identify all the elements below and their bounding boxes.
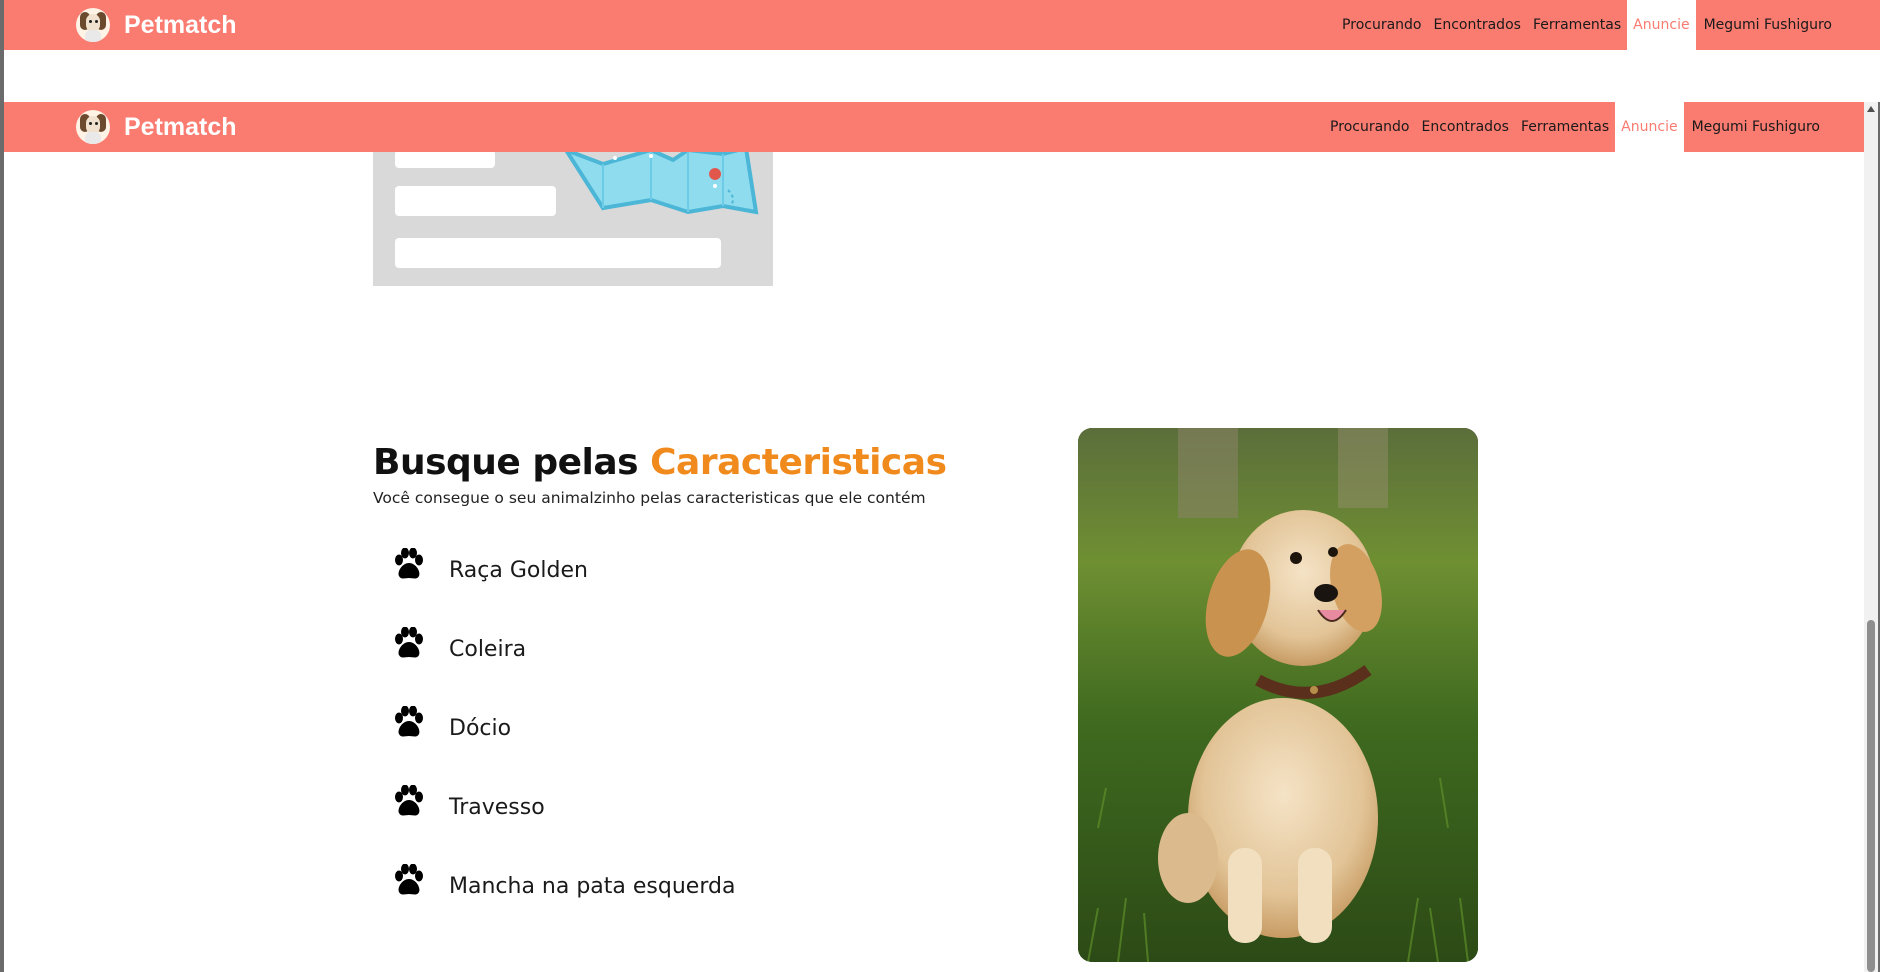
- form-field-placeholder: [395, 238, 721, 268]
- golden-puppy-photo: [1078, 428, 1478, 962]
- feature-label: Raça Golden: [449, 558, 588, 583]
- list-item: Coleira: [373, 610, 1073, 689]
- scrollbar-thumb[interactable]: [1867, 620, 1875, 972]
- brand[interactable]: Petmatch: [76, 0, 237, 50]
- nav-encontrados[interactable]: Encontrados: [1428, 0, 1527, 50]
- feature-list: Raça Golden Coleira Dócio Travesso Manch…: [373, 531, 1073, 926]
- form-field-placeholder: [395, 150, 495, 168]
- nav-anuncie[interactable]: Anuncie: [1627, 0, 1696, 50]
- paw-icon: [395, 705, 423, 736]
- nav-encontrados[interactable]: Encontrados: [1416, 102, 1515, 152]
- scrollbar[interactable]: [1864, 102, 1878, 972]
- paw-icon: [395, 547, 423, 578]
- nav-links: Procurando Encontrados Ferramentas Anunc…: [1336, 0, 1848, 50]
- inner-frame: Busque pelas Caracteristicas Você conseg…: [4, 102, 1864, 972]
- dog-logo-icon: [76, 110, 110, 144]
- paw-icon: [395, 863, 423, 894]
- list-item: Raça Golden: [373, 531, 1073, 610]
- nav-ferramentas[interactable]: Ferramentas: [1515, 102, 1615, 152]
- features-subtitle: Você consegue o seu animalzinho pelas ca…: [373, 489, 926, 507]
- paw-icon: [395, 784, 423, 815]
- scroll-up-icon[interactable]: [1867, 106, 1875, 112]
- paw-icon: [395, 626, 423, 657]
- list-item: Travesso: [373, 768, 1073, 847]
- nav-ferramentas[interactable]: Ferramentas: [1527, 0, 1627, 50]
- nav-user[interactable]: Megumi Fushiguro: [1684, 102, 1836, 152]
- search-form-card: [373, 150, 773, 286]
- nav-procurando[interactable]: Procurando: [1336, 0, 1427, 50]
- brand-name: Petmatch: [124, 10, 237, 39]
- form-field-placeholder: [395, 186, 556, 216]
- brand[interactable]: Petmatch: [76, 102, 237, 152]
- nav-links: Procurando Encontrados Ferramentas Anunc…: [1324, 102, 1836, 152]
- feature-label: Dócio: [449, 716, 512, 741]
- feature-label: Coleira: [449, 637, 527, 662]
- inner-navbar: Petmatch Procurando Encontrados Ferramen…: [4, 102, 1864, 152]
- features-title: Busque pelas Caracteristicas: [373, 442, 947, 483]
- list-item: Dócio: [373, 689, 1073, 768]
- top-navbar: Petmatch Procurando Encontrados Ferramen…: [4, 0, 1880, 50]
- nav-anuncie[interactable]: Anuncie: [1615, 102, 1684, 152]
- map-icon: [563, 150, 759, 215]
- dog-logo-icon: [76, 8, 110, 42]
- brand-name: Petmatch: [124, 112, 237, 141]
- outer-page: Petmatch Procurando Encontrados Ferramen…: [4, 0, 1880, 102]
- feature-label: Mancha na pata esquerda: [449, 874, 736, 899]
- feature-label: Travesso: [449, 795, 545, 820]
- nav-user[interactable]: Megumi Fushiguro: [1696, 0, 1848, 50]
- features-section: Busque pelas Caracteristicas Você conseg…: [373, 442, 1073, 926]
- nav-procurando[interactable]: Procurando: [1324, 102, 1415, 152]
- list-item: Mancha na pata esquerda: [373, 847, 1073, 926]
